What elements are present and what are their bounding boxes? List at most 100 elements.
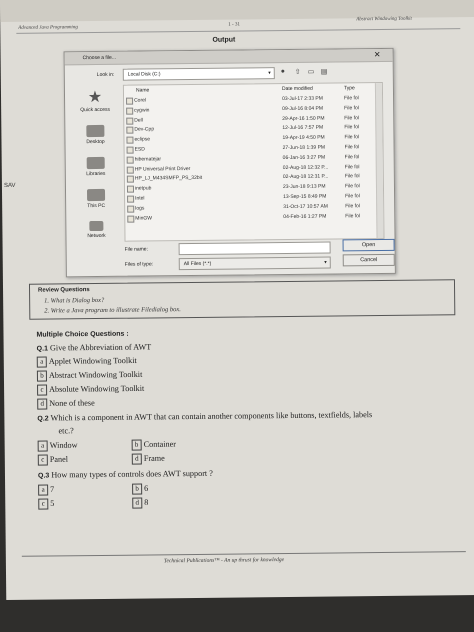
file-type: File fol [344, 105, 359, 112]
folder-icon [126, 175, 134, 184]
footer-rule [21, 551, 466, 557]
file-date: 31-Oct-17 10:57 AM [283, 203, 328, 210]
file-name: Dev-Cpp [134, 126, 155, 133]
folder-icon [126, 127, 134, 135]
file-type: File fol [344, 124, 360, 131]
q3-option-b: b6 [132, 483, 148, 495]
chevron-down-icon: ▾ [324, 259, 327, 266]
folder-icon [126, 97, 134, 105]
look-in-select[interactable]: Local Disk (C:) ▾ [122, 67, 275, 81]
dialog-title: Choose a file... [82, 54, 117, 62]
mcq-heading: Multiple Choice Questions : [36, 330, 129, 339]
folder-icon [126, 146, 134, 154]
file-chooser-dialog: Choose a file... ✕ Look in: Local Disk (… [63, 47, 396, 278]
file-name: Intel [135, 195, 145, 202]
review-question-1: 1. What is Dialog box? [44, 296, 105, 305]
up-folder-icon[interactable]: ⇧ [295, 68, 301, 76]
header-right: Abstract Windowing Toolkit [356, 16, 412, 23]
question-2-continued: etc.? [58, 426, 74, 436]
chevron-down-icon: ▾ [268, 70, 271, 77]
file-name: inetpub [134, 185, 152, 192]
file-date: 02-Aug-18 12:32 P... [282, 164, 329, 171]
page-number: 1 - 31 [228, 22, 240, 28]
file-date: 02-Aug-18 12:31 P... [282, 173, 329, 181]
star-icon: ★ [87, 88, 103, 107]
file-type: File fol [344, 114, 360, 121]
q1-option-a: a Applet Windowing Toolkit [36, 356, 137, 368]
q1-option-b: b Abstract Windowing Toolkit [36, 370, 143, 382]
folder-icon [126, 166, 134, 174]
libraries-icon [86, 156, 105, 170]
file-type: File fol [345, 212, 361, 219]
q2-option-c: c Panel [37, 454, 68, 466]
file-date: 12-Jul-16 7:57 PM [282, 125, 324, 132]
place-desktop[interactable]: Desktop [69, 124, 121, 146]
place-libraries[interactable]: Libraries [70, 156, 122, 178]
file-date: 09-Jul-16 8:04 PM [282, 105, 324, 112]
side-mark: SAV [3, 182, 16, 189]
file-type: File fol [345, 193, 360, 200]
q3-option-c: c5 [38, 498, 54, 510]
place-quick-access[interactable]: ★ Quick access [69, 88, 121, 114]
q1-option-d: d None of these [37, 398, 95, 410]
review-questions-box: Review Questions 1. What is Dialog box? … [28, 279, 456, 320]
file-list[interactable]: Name Date modified Type Corel 03-Jul-17 2… [122, 81, 385, 242]
desktop-icon [86, 124, 105, 138]
file-date: 06-Jan-16 3:27 PM [282, 154, 326, 161]
cancel-button[interactable]: Cancel [342, 253, 395, 267]
file-name: Dell [134, 117, 143, 124]
file-type: File fol [344, 173, 360, 180]
open-button[interactable]: Open [342, 238, 395, 252]
file-type: File fol [345, 203, 360, 210]
look-in-label: Look in: [96, 71, 115, 78]
file-date: 27-Jun-18 1:39 PM [282, 144, 326, 152]
folder-icon [127, 205, 135, 213]
file-type-select[interactable]: All Files (*.*) ▾ [178, 256, 331, 271]
computer-icon [86, 188, 106, 202]
file-name: eclipse [134, 136, 151, 143]
column-type[interactable]: Type [344, 85, 355, 91]
file-date: 13-Sep-15 8:49 PM [283, 193, 327, 201]
question-1: Q.1 Give the Abbreviation of AWT [36, 342, 152, 353]
column-date[interactable]: Date modified [282, 86, 313, 92]
places-bar: ★ Quick access Desktop Libraries This PC… [69, 85, 123, 239]
file-date: 29-Apr-16 1:50 PM [282, 115, 325, 122]
review-question-2: 2. Write a Java program to illustrate Fi… [44, 306, 181, 315]
close-icon[interactable]: ✕ [374, 50, 381, 59]
column-name[interactable]: Name [136, 87, 149, 93]
file-row[interactable]: MinGW 04-Feb-16 1:27 PM File fol [125, 212, 383, 224]
file-name-input[interactable] [178, 241, 331, 256]
file-type-label: Files of type: [124, 261, 154, 268]
folder-icon [126, 136, 134, 144]
file-type: File fol [344, 134, 360, 141]
q3-option-a: a7 [38, 484, 54, 496]
new-folder-icon[interactable]: ▭ [308, 68, 315, 76]
file-type: File fol [344, 183, 360, 190]
folder-icon [126, 185, 135, 193]
file-type: File fol [344, 144, 360, 151]
file-name: Corel [134, 97, 147, 104]
back-icon[interactable]: ● [281, 68, 285, 75]
footer-text: Technical Publications™ - An up thrust f… [163, 557, 285, 565]
place-this-pc[interactable]: This PC [70, 188, 122, 210]
place-network[interactable]: Network [70, 220, 122, 240]
q2-option-d: d Frame [131, 453, 165, 465]
file-name: logs [135, 205, 145, 212]
file-name: cygwin [134, 107, 150, 114]
q3-option-d: d8 [132, 497, 148, 509]
question-2: Q.2 Which is a component in AWT that can… [37, 410, 373, 423]
q1-option-c: c Absolute Windowing Toolkit [37, 384, 144, 396]
output-label: Output [212, 36, 236, 44]
view-menu-icon[interactable]: ▤ [321, 68, 328, 76]
folder-icon [126, 156, 134, 164]
file-date: 04-Feb-16 1:27 PM [283, 213, 327, 220]
question-3: Q.3 How many types of controls does AWT … [37, 468, 213, 480]
header-rule [16, 28, 461, 34]
file-date: 23-Jun-18 9:13 PM [282, 183, 326, 191]
book-page: Advanced Java Programming 1 - 31 Abstrac… [0, 0, 474, 600]
file-name-label: File name: [124, 246, 148, 253]
scrollbar[interactable] [374, 83, 384, 239]
look-in-value: Local Disk (C:) [127, 71, 161, 78]
file-name: MinGW [135, 215, 152, 222]
folder-icon [126, 107, 134, 115]
